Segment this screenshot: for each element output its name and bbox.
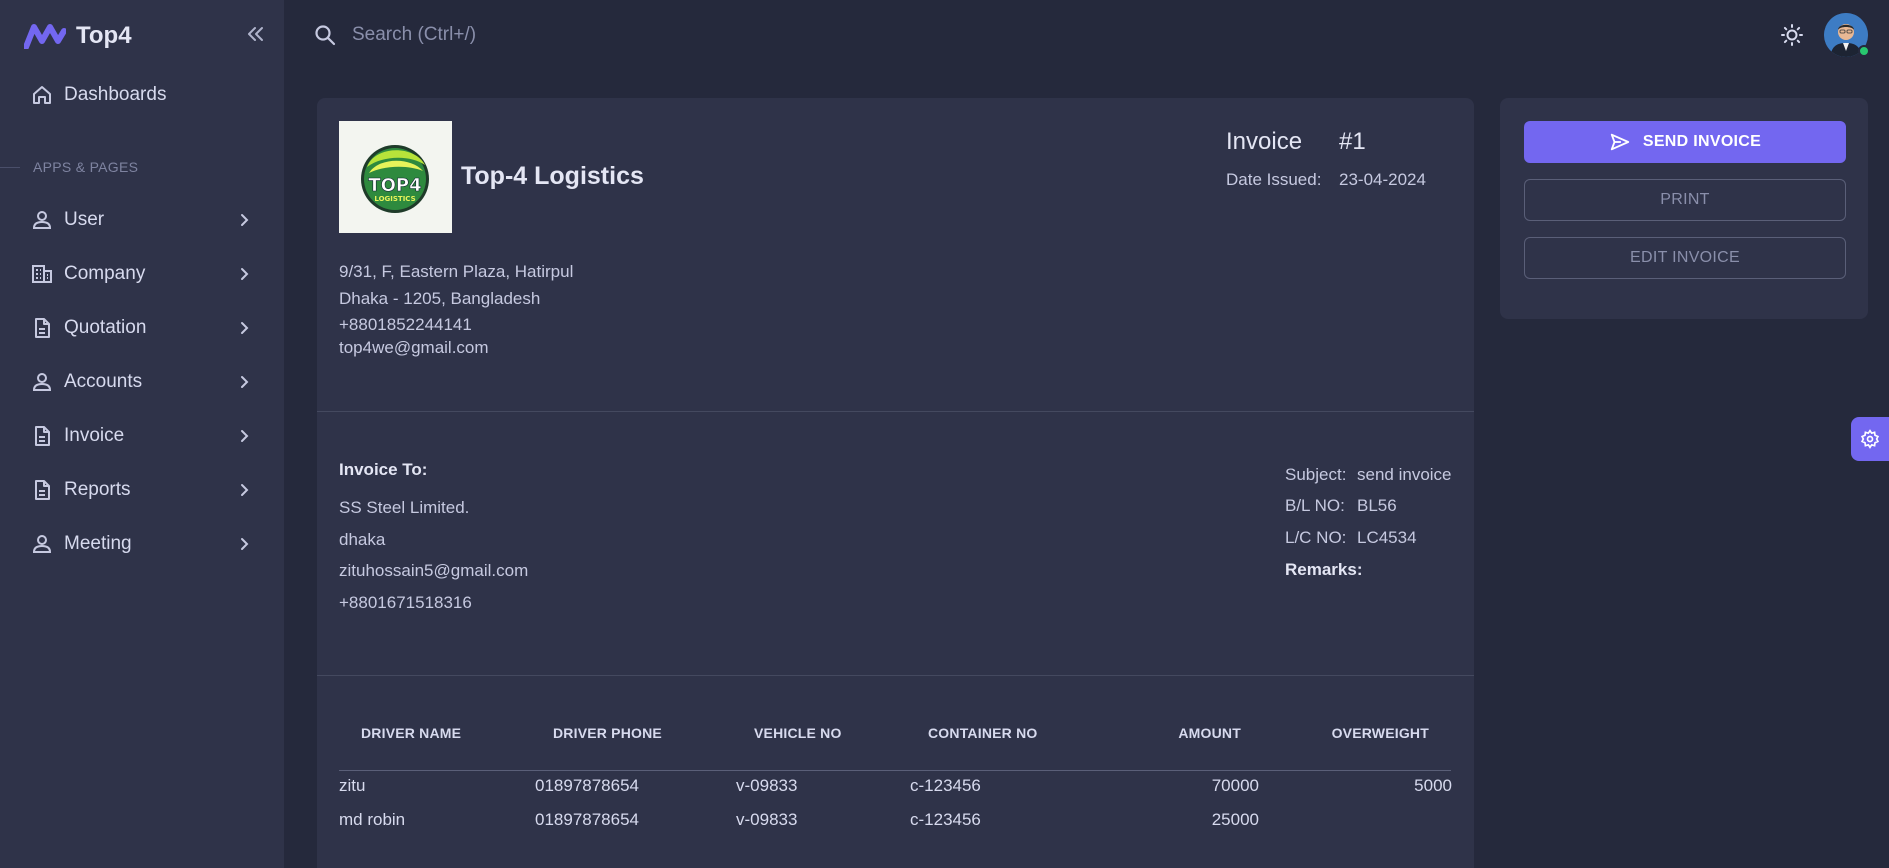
user-icon [32,373,52,391]
cell-vehicle-no: v-09833 [736,776,798,795]
document-icon [35,480,50,500]
send-invoice-label: SEND INVOICE [1642,133,1762,150]
divider [317,675,1474,676]
cell-overweight: 5000 [1414,776,1452,795]
sidebar-item-label: Reports [64,479,131,500]
sidebar-item-label: User [64,209,105,230]
send-icon [1610,133,1630,151]
sun-icon[interactable] [1780,23,1804,47]
invoice-to-label: Invoice To: [339,460,428,479]
sidebar-item-label: Quotation [64,317,147,338]
collapse-sidebar-icon[interactable] [244,22,268,46]
chevron-right-icon [241,430,249,442]
edit-invoice-label: EDIT INVOICE [1630,249,1740,266]
cell-driver-name: zitu [339,776,366,795]
sidebar-item-invoice[interactable]: Invoice [16,416,268,456]
search-input[interactable] [352,18,752,52]
sidebar-item-quotation[interactable]: Quotation [16,308,268,348]
column-header-amount: AMOUNT [1178,725,1241,741]
invoice-actions-card: SEND INVOICE PRINT EDIT INVOICE [1500,98,1868,319]
chevron-right-icon [241,376,249,388]
bl-no-value: BL56 [1357,496,1397,515]
column-header-vehicle-no: VEHICLE NO [754,725,842,741]
column-header-driver-phone: DRIVER PHONE [553,725,662,741]
sidebar-item-dashboards[interactable]: Dashboards [16,75,268,115]
sidebar-item-meeting[interactable]: Meeting [16,524,268,564]
subject-value: send invoice [1357,465,1452,484]
divider [317,411,1474,412]
brand-name: Top4 [76,22,132,49]
bl-no-label: B/L NO: [1285,496,1345,515]
lc-no-value: LC4534 [1357,528,1417,547]
sidebar-item-label: Meeting [64,533,132,554]
customizer-toggle[interactable] [1851,417,1889,461]
sidebar-item-accounts[interactable]: Accounts [16,362,268,402]
logo-sub-text: LOGISTICS [374,195,415,203]
sidebar-item-label: Dashboards [64,84,167,105]
document-icon [35,318,50,338]
table-header-divider [339,770,1451,771]
client-city: dhaka [339,530,386,549]
sidebar-item-reports[interactable]: Reports [16,470,268,510]
search-icon[interactable] [313,23,337,47]
company-name: Top-4 Logistics [461,162,644,190]
cell-vehicle-no: v-09833 [736,810,798,829]
home-icon [33,86,51,104]
section-divider [0,167,20,168]
invoice-card: TOP4 LOGISTICS Top-4 Logistics 9/31, F, … [317,98,1474,868]
cell-driver-phone: 01897878654 [535,810,640,829]
sidebar-item-label: Invoice [64,425,125,446]
company-logo-icon: TOP4 LOGISTICS [361,145,429,213]
invoice-number: #1 [1339,128,1366,155]
cell-driver-name: md robin [339,810,406,829]
date-issued-label: Date Issued: [1226,170,1322,189]
gear-icon [1860,429,1880,449]
edit-invoice-button[interactable]: EDIT INVOICE [1524,237,1846,279]
remarks-label: Remarks: [1285,560,1363,579]
online-status-dot [1858,45,1870,57]
user-icon [32,535,52,553]
chevron-right-icon [241,322,249,334]
address-line: 9/31, F, Eastern Plaza, Hatirpul [339,262,574,281]
print-label: PRINT [1660,191,1710,208]
cell-container-no: c-123456 [910,810,981,829]
column-header-overweight: OVERWEIGHT [1331,725,1429,741]
cell-container-no: c-123456 [910,776,981,795]
send-invoice-button[interactable]: SEND INVOICE [1524,121,1846,163]
cell-amount: 25000 [1211,810,1259,829]
print-button[interactable]: PRINT [1524,179,1846,221]
invoice-title: Invoice [1226,128,1303,155]
brand[interactable]: Top4 [24,20,132,52]
company-phone: +8801852244141 [339,315,472,334]
date-issued-value: 23-04-2024 [1339,170,1426,189]
chevron-right-icon [241,268,249,280]
sidebar-item-user[interactable]: User [16,200,268,240]
lc-no-label: L/C NO: [1285,528,1347,547]
sidebar-item-label: Accounts [64,371,143,392]
building-icon [32,265,52,283]
document-icon [35,426,50,446]
user-icon [32,211,52,229]
company-logo: TOP4 LOGISTICS [339,121,452,233]
column-header-driver-name: DRIVER NAME [361,725,462,741]
subject-label: Subject: [1285,465,1347,484]
client-name: SS Steel Limited. [339,498,470,517]
company-email: top4we@gmail.com [339,338,489,357]
client-email: zituhossain5@gmail.com [339,561,529,580]
logo-text: TOP4 [368,175,421,196]
chevron-right-icon [241,214,249,226]
sidebar-item-label: Company [64,263,146,284]
chevron-right-icon [241,484,249,496]
chevron-right-icon [241,538,249,550]
column-header-container-no: CONTAINER NO [928,725,1038,741]
client-phone: +8801671518316 [339,593,472,612]
brand-logo-icon [24,24,66,49]
cell-amount: 70000 [1211,776,1259,795]
address-line: Dhaka - 1205, Bangladesh [339,289,541,308]
sidebar-item-company[interactable]: Company [16,254,268,294]
sidebar: Top4 Dashboards APPS & PAGES User Compan… [0,0,284,868]
section-label: APPS & PAGES [33,159,139,175]
cell-driver-phone: 01897878654 [535,776,640,795]
